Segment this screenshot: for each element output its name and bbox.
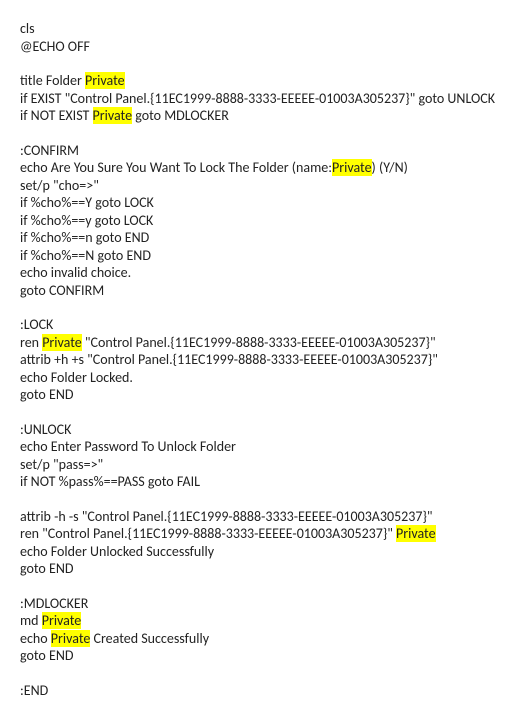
code-line: attrib -h -s "Control Panel.{11EC1999-88… <box>20 508 490 526</box>
blank-line <box>20 491 490 508</box>
code-line: md Private <box>20 612 490 630</box>
blank-line <box>20 578 490 595</box>
highlighted-word: Private <box>85 72 125 89</box>
code-line: cls <box>20 20 490 38</box>
code-line: :UNLOCK <box>20 421 490 439</box>
blank-line <box>20 125 490 142</box>
highlighted-word: Private <box>396 525 436 542</box>
code-line: :END <box>20 682 490 700</box>
code-line: ren Private "Control Panel.{11EC1999-888… <box>20 334 490 352</box>
code-line: if EXIST "Control Panel.{11EC1999-8888-3… <box>20 90 490 108</box>
highlighted-word: Private <box>51 630 91 647</box>
code-line: attrib +h +s "Control Panel.{11EC1999-88… <box>20 351 490 369</box>
code-line: goto CONFIRM <box>20 282 490 300</box>
batch-script-code: cls@ECHO OFF title Folder Privateif EXIST… <box>20 20 490 699</box>
blank-line <box>20 404 490 421</box>
code-line: if NOT %pass%==PASS goto FAIL <box>20 473 490 491</box>
code-line: if NOT EXIST Private goto MDLOCKER <box>20 107 490 125</box>
code-line: echo Folder Unlocked Successfully <box>20 543 490 561</box>
code-line: if %cho%==Y goto LOCK <box>20 194 490 212</box>
highlighted-word: Private <box>42 612 82 629</box>
code-line: goto END <box>20 560 490 578</box>
code-line: echo Are You Sure You Want To Lock The F… <box>20 159 490 177</box>
code-line: goto END <box>20 647 490 665</box>
code-line: echo Folder Locked. <box>20 369 490 387</box>
code-line: :MDLOCKER <box>20 595 490 613</box>
highlighted-word: Private <box>93 107 133 124</box>
code-line: echo invalid choice. <box>20 264 490 282</box>
code-line: echo Private Created Successfully <box>20 630 490 648</box>
code-line: :CONFIRM <box>20 142 490 160</box>
code-line: if %cho%==y goto LOCK <box>20 212 490 230</box>
code-line: goto END <box>20 386 490 404</box>
code-line: @ECHO OFF <box>20 38 490 56</box>
code-line: set/p "cho=>" <box>20 177 490 195</box>
code-line: if %cho%==N goto END <box>20 247 490 265</box>
blank-line <box>20 665 490 682</box>
code-line: if %cho%==n goto END <box>20 229 490 247</box>
blank-line <box>20 299 490 316</box>
code-line: echo Enter Password To Unlock Folder <box>20 438 490 456</box>
code-line: set/p "pass=>" <box>20 456 490 474</box>
highlighted-word: Private <box>332 159 372 176</box>
code-line: title Folder Private <box>20 72 490 90</box>
code-line: :LOCK <box>20 316 490 334</box>
blank-line <box>20 55 490 72</box>
highlighted-word: Private <box>42 334 82 351</box>
code-line: ren "Control Panel.{11EC1999-8888-3333-E… <box>20 525 490 543</box>
